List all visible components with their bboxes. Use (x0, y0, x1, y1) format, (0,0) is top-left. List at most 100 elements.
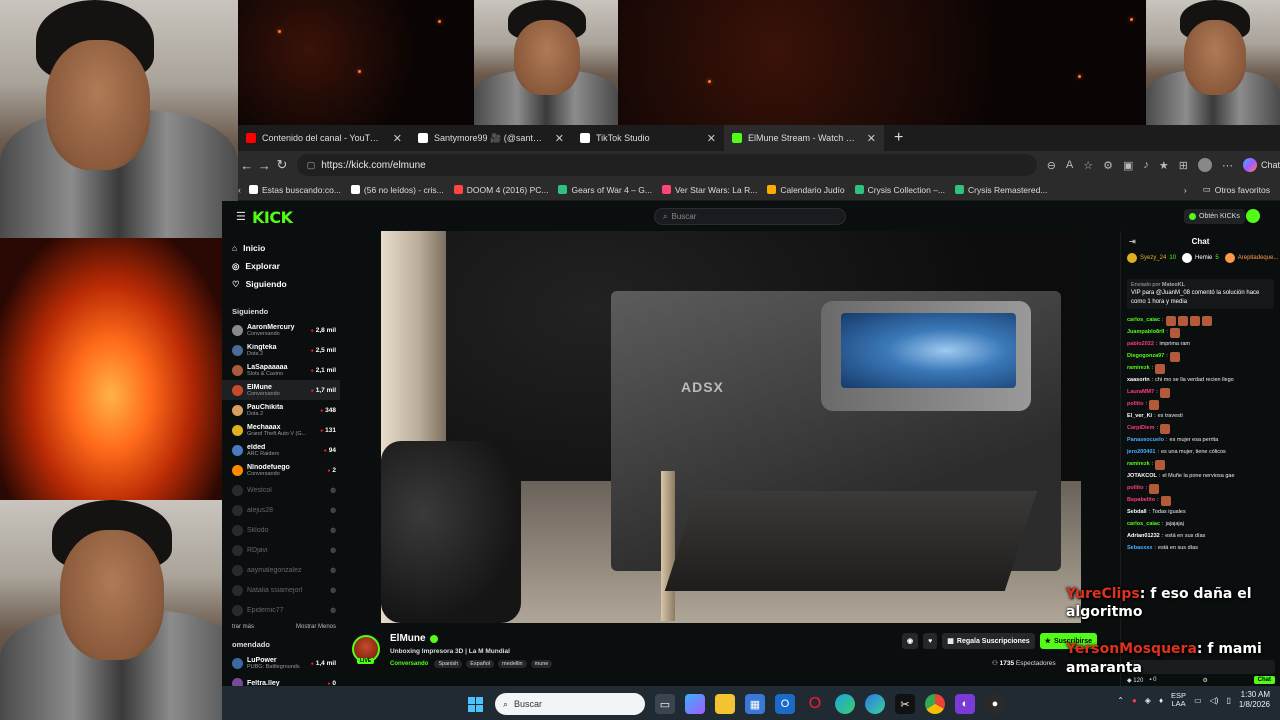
extensions-icon[interactable]: ⚙ (1103, 159, 1113, 172)
network-icon[interactable]: ▭ (1194, 696, 1202, 705)
bookmark-item[interactable]: Ver Star Wars: La R... (661, 185, 767, 195)
close-icon[interactable]: ✕ (707, 132, 716, 145)
chat-username[interactable]: pollito (1127, 401, 1144, 408)
top-gifter[interactable]: Arepitadeque...5 (1224, 253, 1280, 263)
forward-icon[interactable]: → (256, 158, 274, 173)
sidebar-channel[interactable]: NlnodefuegoConversando 2 (222, 460, 340, 480)
menu-icon[interactable]: ☰ (236, 210, 246, 223)
chat-username[interactable]: Panaseocuelo (1127, 437, 1164, 444)
sidebar-channel[interactable]: AaronMercuryConversando 2,8 mil (222, 320, 340, 340)
chat-username[interactable]: ramirezk (1127, 461, 1150, 468)
url-field[interactable]: ▢ https://kick.com/elmune (296, 154, 1037, 176)
sidebar-channel[interactable]: ElMuneConversando 1,7 mil (222, 380, 340, 400)
twitch-app-icon[interactable]: ◐ (955, 694, 975, 714)
opera-icon[interactable]: O (805, 694, 825, 714)
collections-icon[interactable]: ⊞ (1179, 159, 1188, 172)
browser-tab[interactable]: ElMune Stream - Watch Live o ✕ (724, 125, 884, 151)
copilot-taskbar-icon[interactable] (685, 694, 705, 714)
get-kicks-button[interactable]: Obtén KICKs (1184, 209, 1245, 224)
bookmark-item[interactable]: DOOM 4 (2016) PC... (453, 185, 559, 195)
store-icon[interactable]: ▦ (745, 694, 765, 714)
chat-username[interactable]: Adrian01232 (1127, 533, 1160, 540)
bookmark-item[interactable]: Estas buscando:co... (249, 185, 351, 195)
new-tab-button[interactable]: + (884, 129, 913, 147)
bookmark-item[interactable]: Calendario Judío (767, 185, 854, 195)
task-view-icon[interactable]: ▭ (655, 694, 675, 714)
chat-username[interactable]: Sebasxxx (1127, 545, 1152, 552)
bookmark-item[interactable]: (56 no leídos) - cris... (350, 185, 454, 195)
notifications-button[interactable]: ◉ (902, 633, 919, 649)
volume-icon[interactable]: ◁) (1210, 696, 1219, 705)
capcut-icon[interactable]: ✂ (895, 694, 915, 714)
copilot-chat-button[interactable]: Chat (1243, 158, 1280, 172)
sidebar-channel[interactable]: aaymalegonzalez ◍ (222, 560, 340, 580)
sidebar-channel[interactable]: KingtekaDota 2 2,5 mil (222, 340, 340, 360)
taskbar-search[interactable]: ⌕ Buscar (495, 693, 645, 715)
bell-icon[interactable]: ♪ (1143, 159, 1149, 171)
browser-tab[interactable]: Santymore99 🎥 (@santymore ✕ (410, 125, 572, 151)
bookmark-item[interactable]: Crysis Remastered... (955, 185, 1057, 195)
outlook-icon[interactable]: O (775, 694, 795, 714)
sidebar-channel[interactable]: eldedARC Raiders 94 (222, 440, 340, 460)
sidebar-channel[interactable]: Sklodo ◍ (222, 520, 340, 540)
chat-username[interactable]: Bepabelito (1127, 497, 1155, 504)
gift-subs-button[interactable]: ▦ Regala Suscripciones (942, 633, 1035, 649)
video-player[interactable]: ADSX (381, 231, 1081, 623)
back-icon[interactable]: ← (238, 158, 256, 173)
sidebar-channel[interactable]: PauChikitaDota 2 348 (222, 400, 340, 420)
other-favorites[interactable]: › ▭ Otros favoritos (1184, 184, 1280, 195)
sidebar-channel[interactable]: MechaaaxGrand Theft Auto V (G... 131 (222, 420, 340, 440)
sidebar-channel[interactable]: Epidemic77 ◍ (222, 600, 340, 620)
stream-tag[interactable]: Spanish (434, 660, 463, 668)
chat-username[interactable]: jero200401 (1127, 449, 1155, 456)
chat-username[interactable]: Diegogonza97 (1127, 353, 1164, 360)
zoom-icon[interactable]: ⊖ (1047, 159, 1056, 172)
close-icon[interactable]: ✕ (867, 132, 876, 145)
sidebar-channel[interactable]: RDjavi ◍ (222, 540, 340, 560)
top-gifter[interactable]: Hemie 5 (1182, 253, 1219, 263)
obs-icon[interactable]: ● (985, 694, 1005, 714)
stream-tag[interactable]: mune (530, 660, 553, 668)
chat-username[interactable]: pablo2022 (1127, 341, 1154, 348)
chrome-icon[interactable] (925, 694, 945, 714)
tray-app-icon[interactable]: ◈ (1145, 696, 1151, 705)
chat-username[interactable]: carlos_caiac (1127, 521, 1160, 528)
chat-username[interactable]: Sebdall (1127, 509, 1147, 516)
split-screen-icon[interactable]: ▣ (1123, 159, 1133, 172)
file-explorer-icon[interactable] (715, 694, 735, 714)
opera-gx-tray-icon[interactable]: ● (1132, 696, 1137, 705)
sidebar-channel[interactable]: Natalia ssiamejorl ◍ (222, 580, 340, 600)
edge-icon[interactable] (835, 694, 855, 714)
close-icon[interactable]: ✕ (555, 132, 564, 145)
clock[interactable]: 1:30 AM 1/8/2026 (1239, 690, 1270, 710)
sidebar-item-siguiendo[interactable]: ♡ Siguiendo (222, 275, 340, 293)
favorites-icon[interactable]: ★ (1159, 159, 1169, 172)
bookmark-item[interactable]: Gears of War 4 – G... (558, 185, 661, 195)
sidebar-channel[interactable]: LaSapaaaaaSlots & Casino 2,1 mil (222, 360, 340, 380)
more-icon[interactable]: ⋯ (1222, 159, 1233, 172)
favorite-star-icon[interactable]: ☆ (1083, 159, 1093, 172)
start-button[interactable] (465, 694, 485, 714)
reload-icon[interactable]: ↻ (273, 157, 291, 173)
sidebar-item-explorar[interactable]: ◎ Explorar (222, 257, 340, 275)
sidebar-channel[interactable]: alejus28 ◍ (222, 500, 340, 520)
chat-username[interactable]: JOTAKCOL (1127, 473, 1157, 480)
chevron-right-icon[interactable]: › (1184, 185, 1187, 195)
microphone-icon[interactable]: ♦ (1159, 696, 1163, 705)
language-indicator[interactable]: ESP LAA (1171, 691, 1186, 709)
tray-overflow-icon[interactable]: ⌃ (1117, 696, 1124, 705)
chat-username[interactable]: El_ver_Ki (1127, 413, 1152, 420)
bookmarks-scroll-left-icon[interactable]: ‹ (238, 185, 249, 195)
chat-username[interactable]: Juampablo8rII (1127, 329, 1164, 336)
chat-username[interactable]: xaasorin (1127, 377, 1150, 384)
chat-username[interactable]: ramirezk (1127, 365, 1150, 372)
stream-tag[interactable]: medellin (498, 660, 527, 668)
sidebar-channel[interactable]: LuPowerPUBG: Battlegrounds 1,4 mil (222, 653, 340, 673)
battery-icon[interactable]: ▯ (1226, 696, 1230, 705)
user-avatar[interactable] (1246, 209, 1260, 223)
bookmark-item[interactable]: Crysis Collection –... (854, 185, 955, 195)
kick-search-input[interactable]: ⌕ Buscar (654, 208, 846, 225)
stream-tag[interactable]: Español (466, 660, 495, 668)
stream-category[interactable]: Conversando (390, 661, 428, 667)
profile-avatar[interactable] (1198, 158, 1212, 172)
